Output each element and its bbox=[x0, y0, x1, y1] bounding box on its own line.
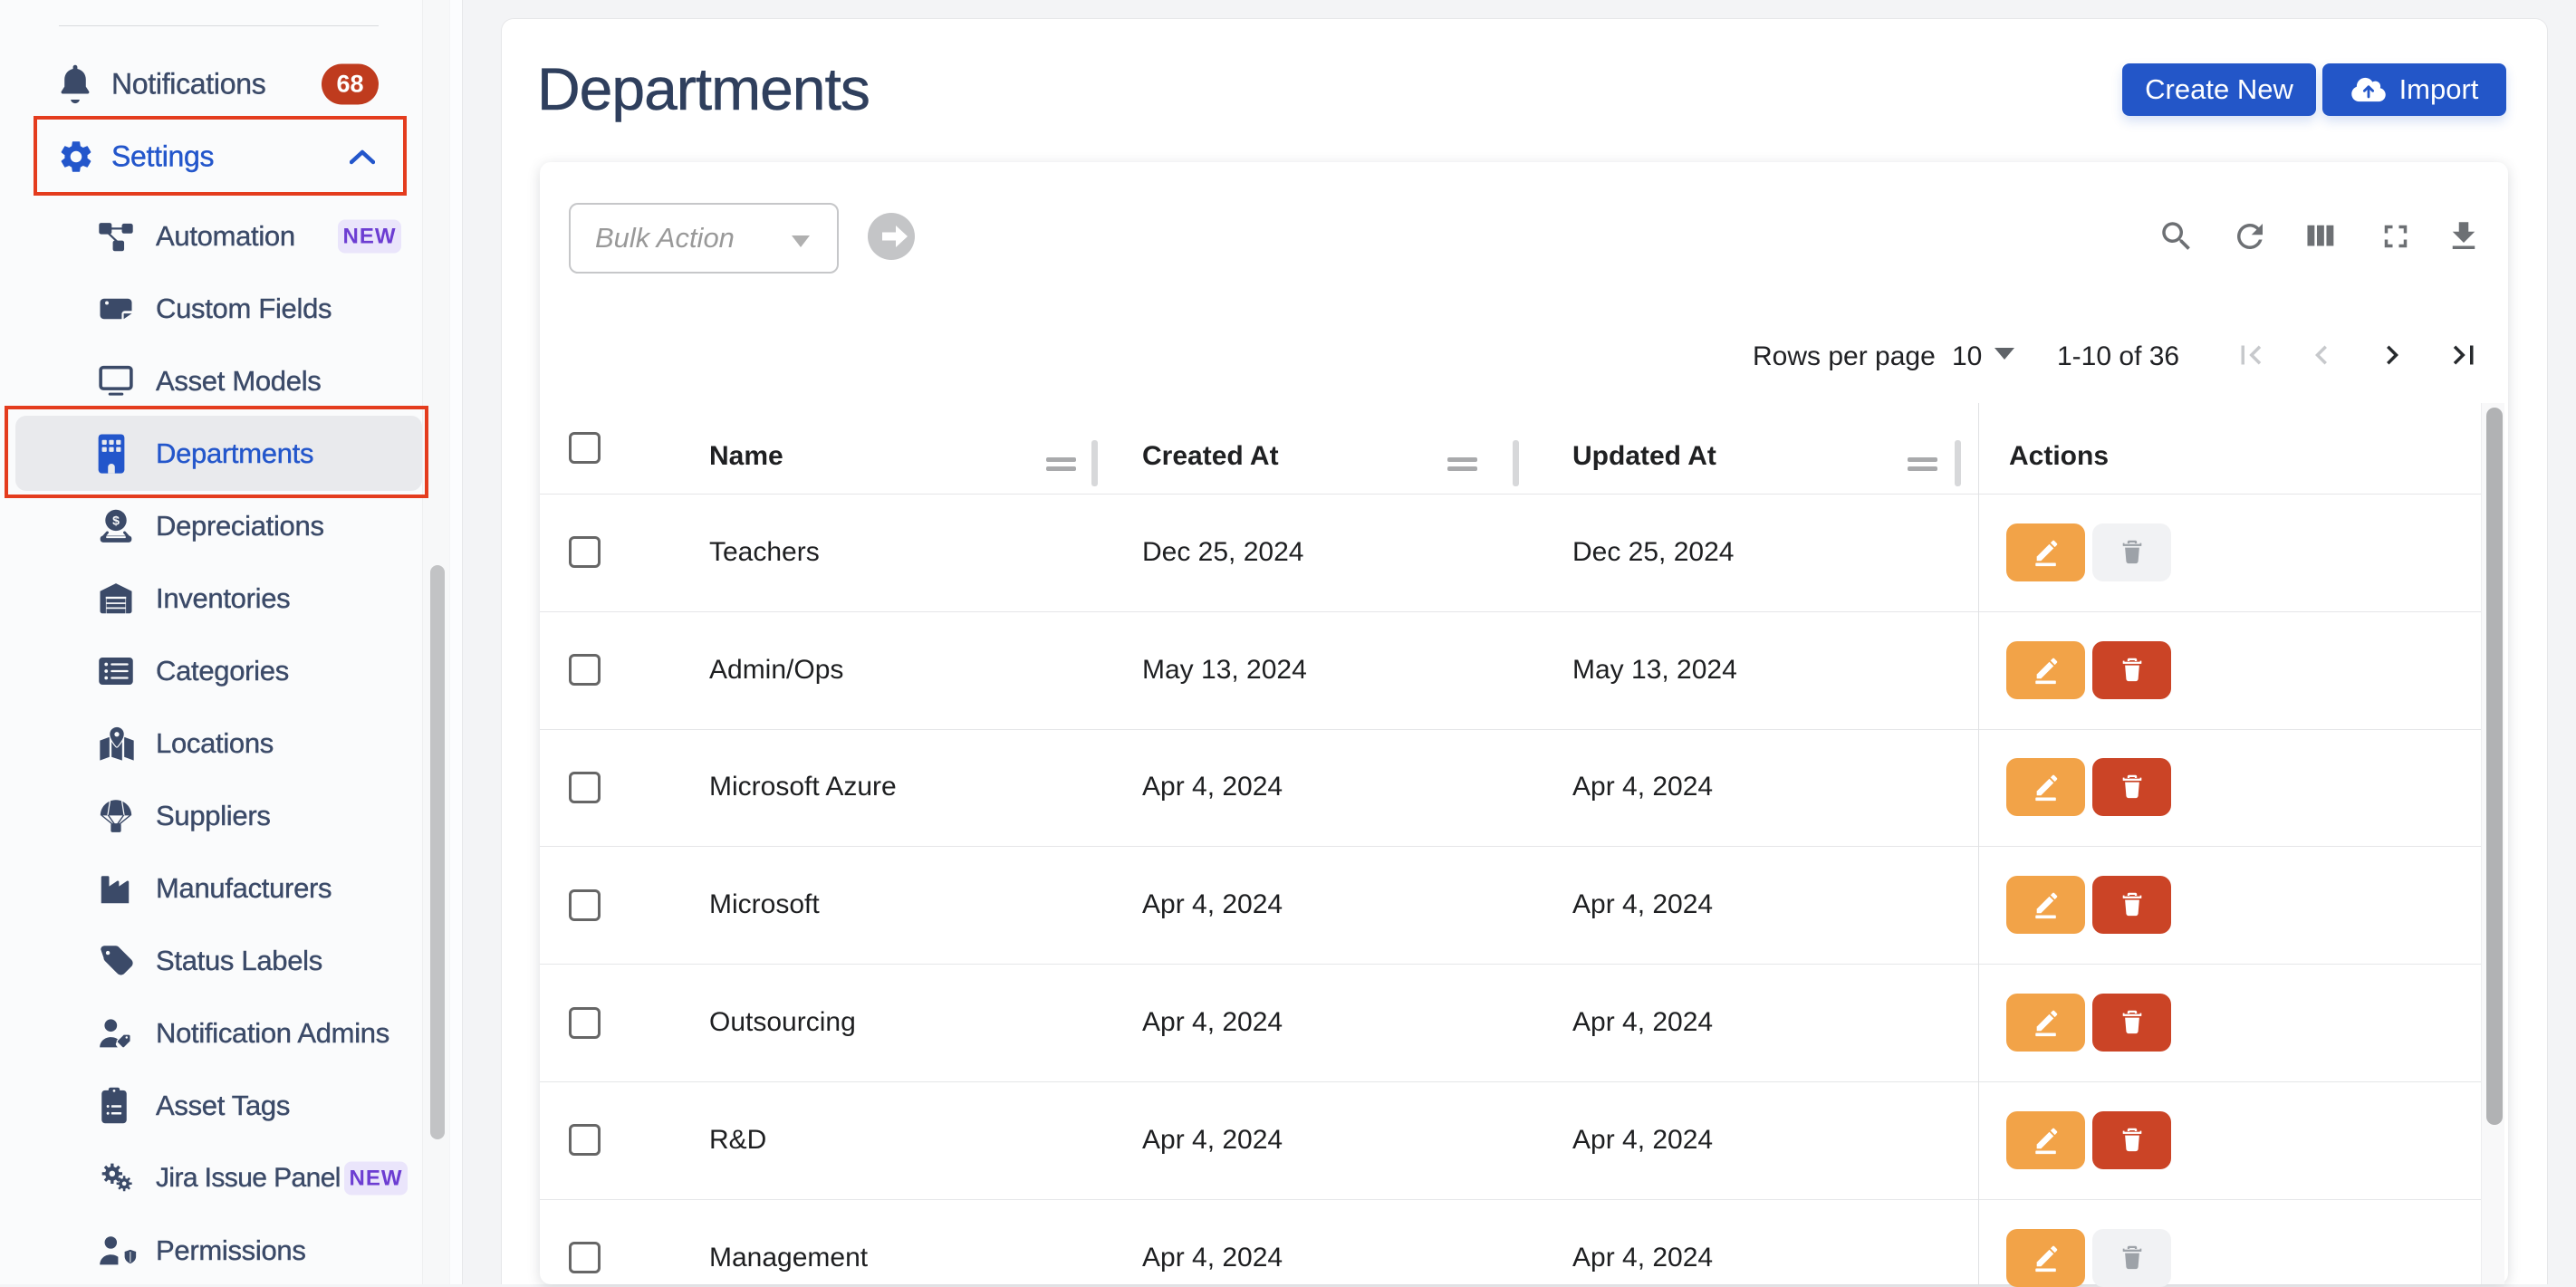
svg-text:$: $ bbox=[112, 513, 120, 527]
